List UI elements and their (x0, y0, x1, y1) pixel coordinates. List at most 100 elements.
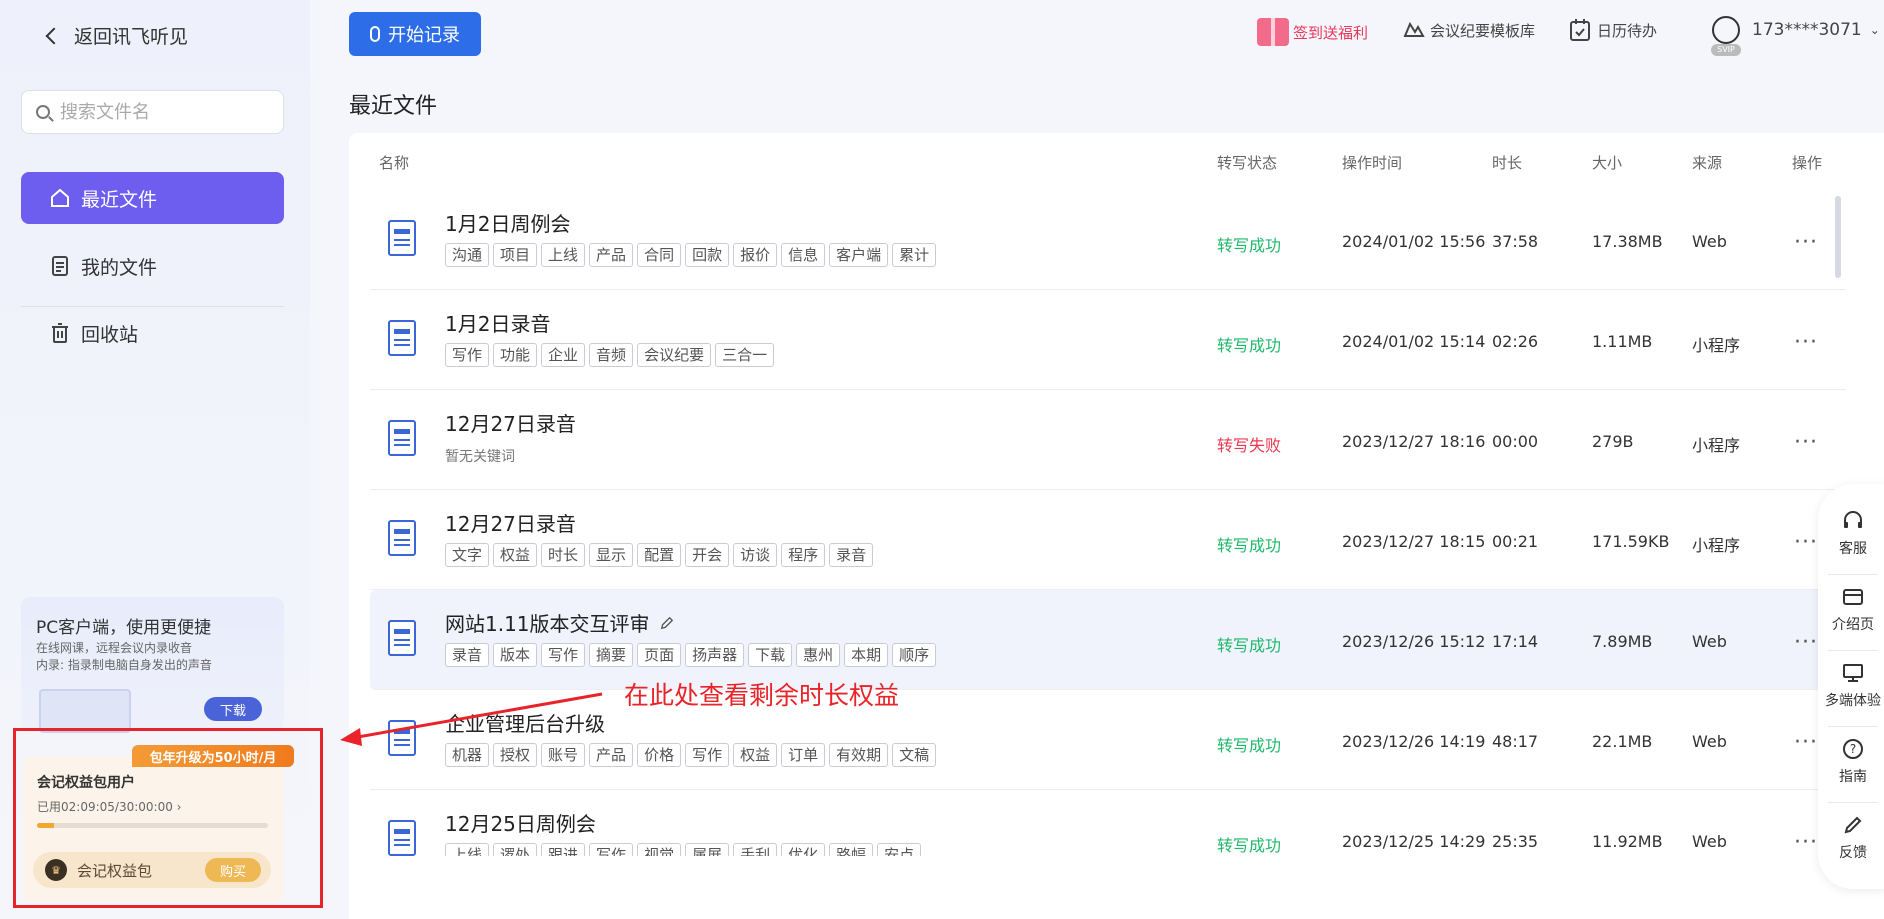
headset-icon (1842, 510, 1864, 532)
checkin-gift[interactable]: 签到送福利 (1257, 18, 1368, 46)
file-name[interactable]: 1月2日录音 (445, 308, 550, 337)
time-cell: 2023/12/27 18:15 (1342, 532, 1486, 551)
status-cell: 转写成功 (1217, 836, 1282, 855)
search-icon (36, 105, 50, 119)
floatbar-label: 客服 (1839, 541, 1867, 557)
start-recording-button[interactable]: 开始记录 (349, 12, 481, 56)
keyword-tag: 上线 (445, 843, 490, 856)
source-cell: 小程序 (1692, 336, 1741, 355)
sidebar-item-recent[interactable]: 最近文件 (21, 172, 284, 224)
divider (1828, 802, 1878, 803)
guide-button[interactable]: ? 指南 (1818, 738, 1884, 786)
keyword-tags: 文字 权益 时长 显示 配置 开会 访谈 程序 录音 (445, 543, 874, 567)
file-name[interactable]: 12月25日周例会 (445, 808, 596, 837)
more-options-icon[interactable]: ··· (1794, 630, 1818, 655)
floatbar-label: 指南 (1839, 769, 1867, 785)
search-box[interactable] (21, 90, 284, 134)
keyword-tag: 权益 (733, 743, 778, 767)
keyword-tag: 属展 (685, 843, 730, 856)
sidebar-item-trash[interactable]: 回收站 (21, 307, 284, 359)
keyword-tags: 上线 逻处 跟进 写作 视觉 属展 手刮 优化 路幅 安点 (445, 843, 922, 856)
table-row[interactable]: 12月25日周例会 上线 逻处 跟进 写作 视觉 属展 手刮 优化 路幅 安点 转写成功 2023/12… (370, 790, 1846, 856)
file-name[interactable]: 12月27日录音 (445, 508, 576, 537)
keyword-tags: 录音 版本 写作 摘要 页面 扬声器 下载 惠州 本期 顺序 (445, 643, 937, 667)
promo-title: PC客户端，使用更便捷 (36, 618, 212, 638)
back-link[interactable]: 返回讯飞听见 (45, 22, 188, 49)
size-cell: 171.59KB (1592, 532, 1670, 551)
table-row[interactable]: 1月2日录音 写作 功能 企业 音频 会议纪要 三合一 转写成功 2024/01/02 15:1… (370, 290, 1846, 390)
duration-cell: 00:00 (1492, 432, 1539, 451)
chevron-left-icon (45, 27, 63, 44)
keyword-tag: 本期 (844, 643, 889, 667)
intro-page-button[interactable]: 介绍页 (1818, 586, 1884, 634)
more-options-icon[interactable]: ··· (1794, 530, 1818, 555)
download-button[interactable]: 下载 (204, 697, 262, 721)
file-name-text: 1月2日录音 (445, 312, 551, 336)
column-header-time: 操作时间 (1342, 154, 1403, 172)
keyword-tag: 程序 (781, 543, 826, 567)
column-header-name: 名称 (379, 154, 410, 172)
status-cell: 转写成功 (1217, 336, 1282, 355)
keyword-tag: 视觉 (637, 843, 682, 856)
gift-icon (1257, 18, 1289, 46)
table-row[interactable]: 12月27日录音文字 权益 时长 显示 配置 开会 访谈 程序 录音 转写成功 2023/12/27… (370, 490, 1846, 590)
more-options-icon[interactable]: ··· (1794, 230, 1818, 255)
keyword-tag: 机器 (445, 743, 490, 767)
keyword-tag: 信息 (781, 243, 826, 267)
keyword-tag: 摘要 (589, 643, 634, 667)
home-icon (49, 187, 71, 209)
table-row[interactable]: 企业管理后台升级 机器 授权 账号 产品 价格 写作 权益 订单 有效期 文稿 转写成功 2023/12… (370, 690, 1846, 790)
edit-icon[interactable] (660, 616, 674, 630)
sidebar-item-label: 最近文件 (81, 188, 158, 211)
scrollbar[interactable] (1835, 196, 1841, 278)
duration-cell: 48:17 (1492, 732, 1539, 751)
keyword-tag: 项目 (493, 243, 538, 267)
file-name-text: 1月2日周例会 (445, 212, 571, 236)
chevron-down-icon: ⌄ (1869, 23, 1880, 37)
time-cell: 2024/01/02 15:14 (1342, 332, 1486, 351)
calendar-icon (1570, 19, 1590, 41)
template-label: 会议纪要模板库 (1430, 21, 1536, 40)
more-options-icon[interactable]: ··· (1794, 430, 1818, 455)
avatar (1712, 16, 1740, 44)
keyword-tag: 录音 (445, 643, 490, 667)
table-row[interactable]: 12月27日录音 暂无关键词 转写失败 2023/12/27 18:16 00:00 27… (370, 390, 1846, 490)
file-name[interactable]: 1月2日周例会 (445, 208, 570, 237)
keyword-tag: 下载 (748, 643, 793, 667)
file-name[interactable]: 网站1.11版本交互评审 (445, 608, 674, 637)
source-cell: Web (1692, 732, 1727, 751)
size-cell: 22.1MB (1592, 732, 1653, 751)
multi-device-button[interactable]: 多端体验 (1818, 662, 1884, 710)
keyword-tag: 录音 (829, 543, 874, 567)
feedback-button[interactable]: 反馈 (1818, 814, 1884, 862)
floatbar-label: 多端体验 (1825, 693, 1881, 709)
keyword-tag: 显示 (589, 543, 634, 567)
keyword-tag: 权益 (493, 543, 538, 567)
user-menu[interactable]: 173****3071 ⌄ (1712, 16, 1880, 44)
source-cell: Web (1692, 832, 1727, 851)
file-name-text: 企业管理后台升级 (445, 712, 605, 736)
keyword-tag: 顺序 (892, 643, 937, 667)
sidebar-item-label: 回收站 (81, 323, 139, 346)
keyword-tags: 机器 授权 账号 产品 价格 写作 权益 订单 有效期 文稿 (445, 743, 937, 767)
calendar-todo-link[interactable]: 日历待办 (1569, 18, 1657, 42)
keyword-tag: 跟进 (541, 843, 586, 856)
keyword-tag: 产品 (589, 743, 634, 767)
search-input[interactable] (60, 101, 260, 123)
status-cell: 转写成功 (1217, 536, 1282, 555)
file-name[interactable]: 企业管理后台升级 (445, 708, 605, 737)
table-row[interactable]: 网站1.11版本交互评审 录音 版本 写作 摘要 页面 扬声器 下载 惠州 本期 顺序 转写成功 202… (370, 590, 1846, 690)
table-row[interactable]: 1月2日周例会 沟通 项目 上线 产品 合同 回款 报价 信息 客户端 累计 转写成功 2024/01/… (370, 190, 1846, 290)
keyword-tag: 企业 (541, 343, 586, 367)
customer-service-button[interactable]: 客服 (1818, 510, 1884, 558)
column-header-source: 来源 (1692, 154, 1723, 172)
more-options-icon[interactable]: ··· (1794, 830, 1818, 855)
more-options-icon[interactable]: ··· (1794, 730, 1818, 755)
template-library-link[interactable]: 会议纪要模板库 (1402, 18, 1535, 42)
more-options-icon[interactable]: ··· (1794, 330, 1818, 355)
file-name[interactable]: 12月27日录音 (445, 408, 576, 437)
duration-cell: 00:21 (1492, 532, 1539, 551)
annotation-text: 在此处查看剩余时长权益 (624, 681, 900, 710)
sidebar-item-my-files[interactable]: 我的文件 (21, 240, 284, 292)
promo-desc-line: 内录: 指录制电脑自身发出的声音 (36, 658, 212, 672)
